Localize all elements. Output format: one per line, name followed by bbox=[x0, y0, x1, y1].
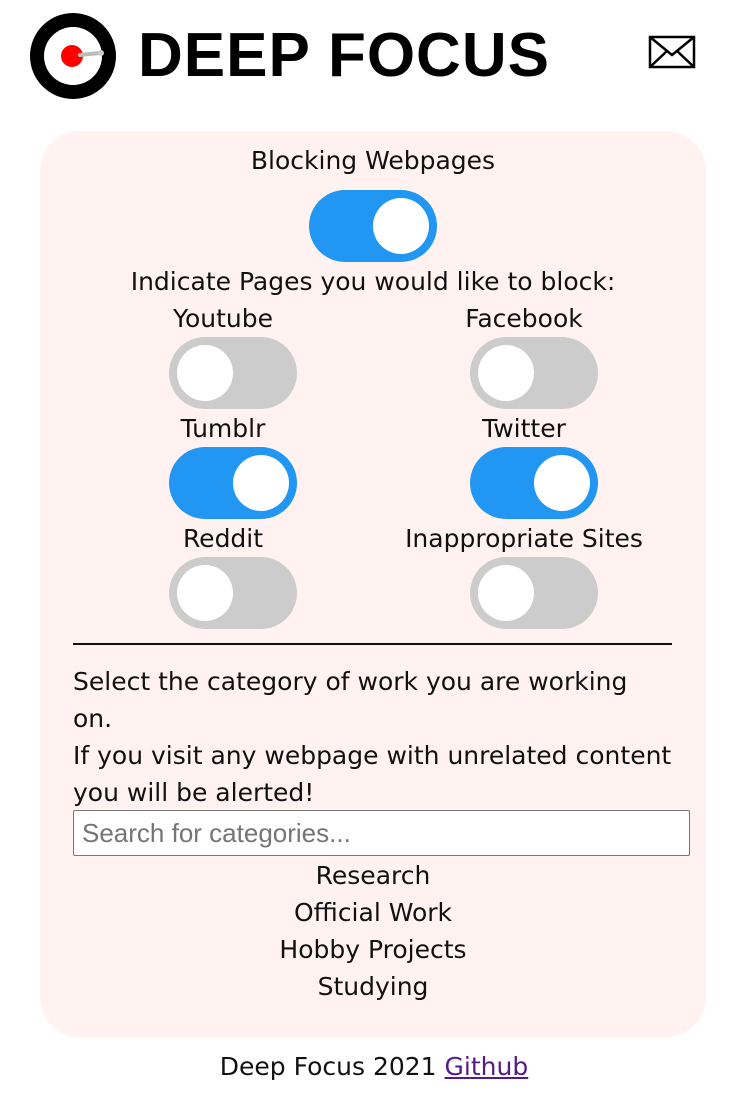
category-item-studying[interactable]: Studying bbox=[73, 972, 673, 1002]
footer-text: Deep Focus 2021 bbox=[219, 1052, 437, 1081]
toggle-twitter[interactable] bbox=[470, 447, 598, 519]
instructions-line: you will be alerted! bbox=[73, 778, 315, 807]
toggle-knob bbox=[177, 345, 233, 401]
envelope-icon[interactable] bbox=[648, 35, 696, 69]
category-item-hobby-projects[interactable]: Hobby Projects bbox=[73, 935, 673, 965]
instructions-line: Select the category of work you are work… bbox=[73, 667, 628, 733]
toggle-reddit[interactable] bbox=[169, 557, 297, 629]
blocking-toggle[interactable] bbox=[309, 190, 437, 262]
page-label-tumblr: Tumblr bbox=[180, 414, 266, 443]
instructions-line: If you visit any webpage with unrelated … bbox=[73, 741, 672, 770]
toggle-knob bbox=[478, 345, 534, 401]
page-label-twitter: Twitter bbox=[482, 414, 566, 443]
category-search-input[interactable] bbox=[73, 810, 690, 856]
toggle-knob bbox=[534, 455, 590, 511]
blocking-title: Blocking Webpages bbox=[250, 146, 496, 175]
divider bbox=[73, 643, 672, 645]
page-label-reddit: Reddit bbox=[182, 524, 264, 553]
toggle-knob bbox=[177, 565, 233, 621]
page-label-facebook: Facebook bbox=[465, 304, 583, 333]
page-label-inappropriate: Inappropriate Sites bbox=[405, 524, 643, 553]
footer: Deep Focus 2021 Github bbox=[0, 1051, 748, 1083]
toggle-tumblr[interactable] bbox=[169, 447, 297, 519]
toggle-inappropriate[interactable] bbox=[470, 557, 598, 629]
pages-prompt: Indicate Pages you would like to block: bbox=[130, 267, 616, 296]
app-title: DEEP FOCUS bbox=[138, 21, 550, 90]
page-label-youtube: Youtube bbox=[173, 304, 273, 333]
toggle-facebook[interactable] bbox=[470, 337, 598, 409]
toggle-knob bbox=[373, 198, 429, 254]
category-instructions: Select the category of work you are work… bbox=[73, 663, 673, 811]
toggle-knob bbox=[233, 455, 289, 511]
toggle-knob bbox=[478, 565, 534, 621]
target-icon bbox=[30, 13, 116, 99]
toggle-youtube[interactable] bbox=[169, 337, 297, 409]
category-item-research[interactable]: Research bbox=[73, 861, 673, 891]
category-item-official-work[interactable]: Official Work bbox=[73, 898, 673, 928]
github-link[interactable]: Github bbox=[445, 1052, 529, 1081]
header: DEEP FOCUS bbox=[0, 0, 748, 110]
